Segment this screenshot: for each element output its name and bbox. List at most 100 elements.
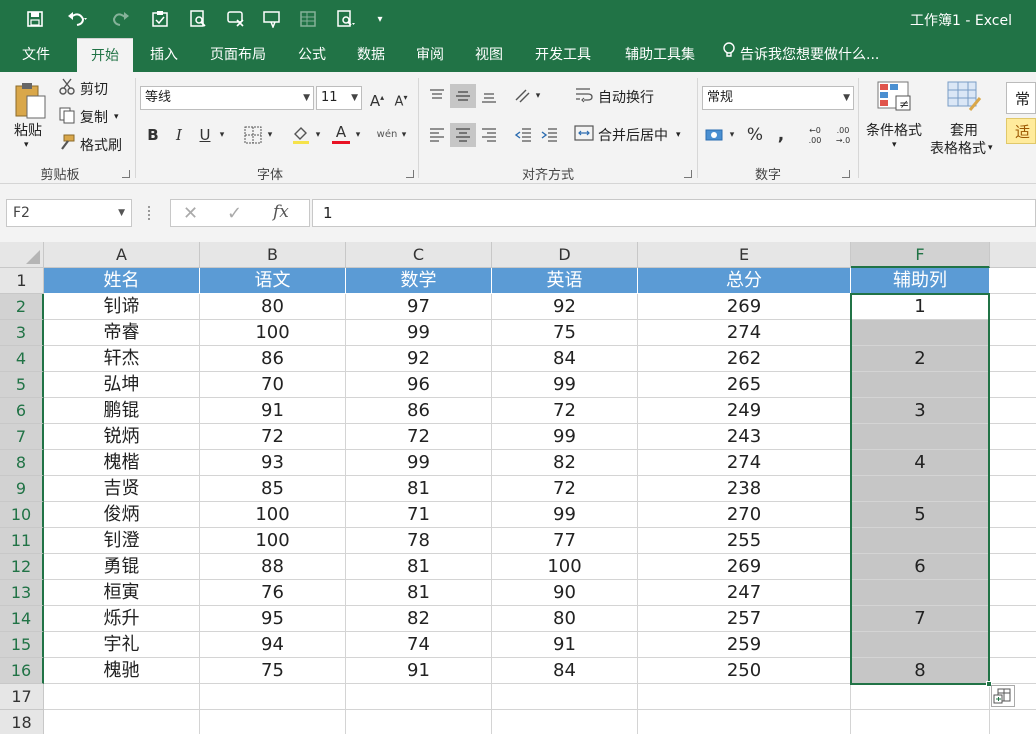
conditional-format-dropdown-icon[interactable]: ▾: [892, 140, 897, 150]
currency-icon[interactable]: [704, 123, 726, 147]
zoom-preview-icon[interactable]: [332, 7, 360, 31]
decrease-decimal-icon[interactable]: .00 →.0: [832, 123, 854, 147]
table-cell[interactable]: 247: [638, 580, 851, 606]
table-cell[interactable]: 轩杰: [44, 346, 200, 372]
table-cell[interactable]: 100: [492, 554, 638, 580]
cell-style-normal[interactable]: 常: [1006, 82, 1036, 114]
column-header-g[interactable]: G: [990, 242, 1036, 268]
table-cell[interactable]: [990, 424, 1036, 450]
helper-cell[interactable]: [851, 320, 990, 346]
table-cell[interactable]: 75: [200, 658, 346, 684]
empty-cell[interactable]: [851, 710, 990, 734]
decrease-indent-icon[interactable]: [512, 123, 534, 147]
helper-cell[interactable]: 5: [851, 502, 990, 528]
table-cell[interactable]: [990, 502, 1036, 528]
empty-cell[interactable]: [346, 710, 492, 734]
table-cell[interactable]: 91: [200, 398, 346, 424]
tab-page-layout[interactable]: 页面布局: [200, 38, 276, 72]
table-cell[interactable]: [990, 580, 1036, 606]
increase-font-icon[interactable]: A▴: [366, 86, 388, 110]
align-left-icon[interactable]: [426, 123, 448, 147]
table-cell[interactable]: [990, 554, 1036, 580]
cut-button[interactable]: 剪切: [58, 78, 108, 100]
name-box[interactable]: F2 ▼: [6, 199, 132, 227]
table-cell[interactable]: 91: [346, 658, 492, 684]
format-painter-button[interactable]: 格式刷: [58, 134, 122, 156]
empty-cell[interactable]: [638, 710, 851, 734]
empty-cell[interactable]: [851, 684, 990, 710]
table-cell[interactable]: 86: [200, 346, 346, 372]
table-cell[interactable]: 238: [638, 476, 851, 502]
table-cell[interactable]: 99: [346, 450, 492, 476]
table-cell[interactable]: 俊炳: [44, 502, 200, 528]
table-cell[interactable]: 92: [346, 346, 492, 372]
empty-cell[interactable]: [492, 710, 638, 734]
borders-dropdown-icon[interactable]: ▾: [264, 123, 276, 147]
phonetic-icon[interactable]: wén: [376, 123, 398, 147]
table-cell[interactable]: 72: [346, 424, 492, 450]
customize-toolbar-icon[interactable]: ▾: [372, 7, 388, 31]
helper-cell[interactable]: 6: [851, 554, 990, 580]
tab-home[interactable]: 开始: [77, 38, 133, 72]
column-header-a[interactable]: A: [44, 242, 200, 268]
helper-cell[interactable]: 2: [851, 346, 990, 372]
worksheet-grid[interactable]: ABCDEFG123456789101112131415161718姓名语文数学…: [0, 242, 1036, 734]
empty-cell[interactable]: [492, 684, 638, 710]
empty-cell[interactable]: [638, 684, 851, 710]
tab-developer[interactable]: 开发工具: [524, 38, 602, 72]
formula-input[interactable]: 1: [312, 199, 1036, 227]
table-format-label-1[interactable]: 套用: [950, 120, 978, 140]
tab-file[interactable]: 文件: [10, 38, 62, 72]
font-color-icon[interactable]: A: [330, 123, 352, 147]
insert-function-icon[interactable]: fx: [273, 202, 289, 222]
table-cell[interactable]: 82: [346, 606, 492, 632]
fill-color-dropdown-icon[interactable]: ▾: [312, 123, 324, 147]
table-cell[interactable]: [990, 372, 1036, 398]
table-cell[interactable]: 71: [346, 502, 492, 528]
underline-button[interactable]: U: [194, 123, 216, 147]
helper-cell[interactable]: 3: [851, 398, 990, 424]
quick-analysis-icon[interactable]: [991, 685, 1015, 707]
table-cell[interactable]: 93: [200, 450, 346, 476]
table-cell[interactable]: 274: [638, 320, 851, 346]
row-header-12[interactable]: 12: [0, 554, 44, 580]
undo-icon[interactable]: [60, 7, 96, 31]
table-cell[interactable]: 100: [200, 502, 346, 528]
font-name-select[interactable]: 等线 ▼: [140, 86, 314, 110]
table-cell[interactable]: 255: [638, 528, 851, 554]
table-cell[interactable]: 257: [638, 606, 851, 632]
table-format-icon[interactable]: [946, 80, 982, 112]
table-cell[interactable]: 243: [638, 424, 851, 450]
table-cell[interactable]: 78: [346, 528, 492, 554]
header-cell[interactable]: 英语: [492, 268, 638, 294]
header-cell[interactable]: 辅助列: [851, 268, 990, 294]
table-cell[interactable]: 84: [492, 658, 638, 684]
paste-dropdown-icon[interactable]: ▾: [24, 140, 29, 150]
table-cell[interactable]: 77: [492, 528, 638, 554]
header-cell[interactable]: 数学: [346, 268, 492, 294]
table-cell[interactable]: [990, 658, 1036, 684]
row-header-3[interactable]: 3: [0, 320, 44, 346]
copy-button[interactable]: 复制 ▾: [58, 106, 119, 128]
table-cell[interactable]: 92: [492, 294, 638, 320]
splitter-handle[interactable]: [148, 206, 151, 220]
helper-cell[interactable]: [851, 424, 990, 450]
row-header-8[interactable]: 8: [0, 450, 44, 476]
table-cell[interactable]: 100: [200, 528, 346, 554]
font-size-select[interactable]: 11 ▼: [316, 86, 362, 110]
table-cell[interactable]: 91: [492, 632, 638, 658]
row-header-2[interactable]: 2: [0, 294, 44, 320]
tab-helper-tools[interactable]: 辅助工具集: [612, 38, 708, 72]
column-header-d[interactable]: D: [492, 242, 638, 268]
table-cell[interactable]: 72: [492, 476, 638, 502]
table-cell[interactable]: 81: [346, 554, 492, 580]
helper-cell[interactable]: 4: [851, 450, 990, 476]
table-cell[interactable]: 钊澄: [44, 528, 200, 554]
align-middle-icon[interactable]: [450, 84, 476, 108]
table-cell[interactable]: 99: [492, 502, 638, 528]
wrap-text-button[interactable]: 自动换行: [574, 86, 654, 108]
table-cell[interactable]: 88: [200, 554, 346, 580]
bold-button[interactable]: B: [142, 123, 164, 147]
table-cell[interactable]: 槐楷: [44, 450, 200, 476]
clipboard-tool-icon[interactable]: [148, 7, 172, 31]
